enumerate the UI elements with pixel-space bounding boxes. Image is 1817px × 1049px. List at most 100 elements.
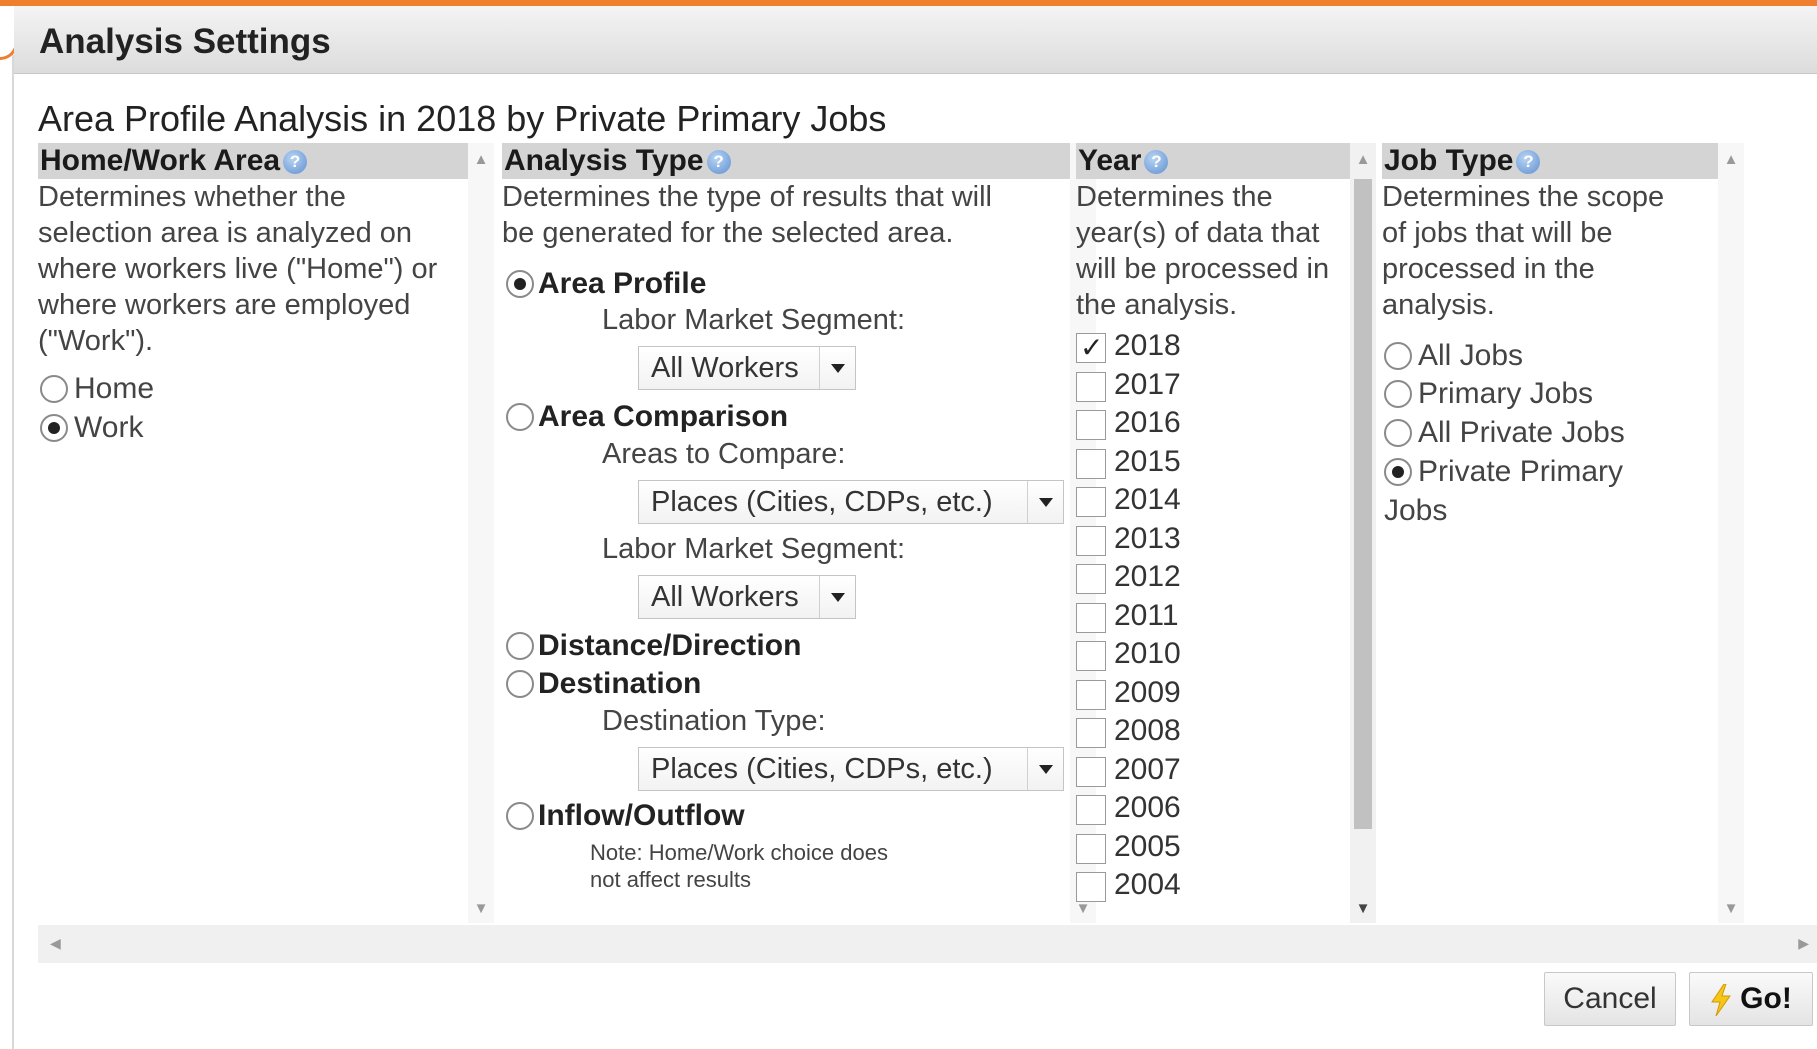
- year-checkbox-label[interactable]: 2013: [1114, 522, 1181, 556]
- area-comparison-radio[interactable]: [506, 403, 534, 431]
- distance-direction-radio[interactable]: [506, 632, 534, 660]
- year-checkbox[interactable]: [1076, 331, 1106, 364]
- year-checkbox-label[interactable]: 2006: [1114, 791, 1181, 825]
- year-checkbox[interactable]: [1076, 372, 1106, 402]
- analysis-type-header: Analysis Type?: [502, 143, 1070, 179]
- work-radio[interactable]: [40, 414, 68, 442]
- area-profile-radio[interactable]: [506, 270, 534, 298]
- select-value: Places (Cities, CDPs, etc.): [651, 486, 993, 518]
- primary-jobs-label[interactable]: Primary Jobs: [1418, 377, 1593, 411]
- chevron-down-icon[interactable]: [1027, 481, 1063, 523]
- cancel-button[interactable]: Cancel: [1544, 972, 1676, 1026]
- all-jobs-radio[interactable]: [1384, 342, 1412, 370]
- scroll-down-icon[interactable]: ▼: [1718, 900, 1744, 917]
- work-radio-label[interactable]: Work: [74, 411, 143, 445]
- destination-type-select[interactable]: Places (Cities, CDPs, etc.): [638, 747, 1064, 791]
- chevron-down-icon[interactable]: [1027, 748, 1063, 790]
- job-type-header-label: Job Type: [1384, 144, 1514, 177]
- area-comparison-label[interactable]: Area Comparison: [538, 400, 788, 434]
- chevron-down-icon[interactable]: [819, 347, 855, 389]
- year-checkbox[interactable]: [1076, 410, 1106, 440]
- year-checkbox-label[interactable]: 2012: [1114, 560, 1181, 594]
- year-checkbox[interactable]: [1076, 449, 1106, 479]
- year-checkbox-label[interactable]: 2016: [1114, 406, 1181, 440]
- year-checkbox[interactable]: [1076, 718, 1106, 748]
- private-primary-jobs-label-cont[interactable]: Jobs: [1384, 494, 1447, 528]
- dialog-title: Analysis Settings: [39, 22, 331, 61]
- distance-direction-label[interactable]: Distance/Direction: [538, 629, 801, 663]
- year-checkbox[interactable]: [1076, 757, 1106, 787]
- year-checkbox-label[interactable]: 2008: [1114, 714, 1181, 748]
- year-checkbox-label[interactable]: 2009: [1114, 676, 1181, 710]
- area-profile-segment-select[interactable]: All Workers: [638, 346, 856, 390]
- labor-market-segment-label: Labor Market Segment:: [602, 304, 906, 336]
- year-header-label: Year: [1078, 144, 1142, 177]
- home-work-header: Home/Work Area?: [38, 143, 468, 179]
- year-checkbox[interactable]: [1076, 872, 1106, 902]
- scroll-left-icon[interactable]: ◀: [50, 935, 61, 952]
- home-work-description-line: Determines whether the: [38, 181, 346, 213]
- scroll-down-icon[interactable]: ▼: [468, 900, 494, 917]
- scroll-right-icon[interactable]: ▶: [1798, 935, 1809, 952]
- go-button[interactable]: Go!: [1689, 972, 1813, 1026]
- primary-jobs-radio[interactable]: [1384, 380, 1412, 408]
- go-button-label: Go!: [1740, 982, 1792, 1015]
- area-profile-label[interactable]: Area Profile: [538, 267, 706, 301]
- year-checkbox-label[interactable]: 2011: [1114, 599, 1179, 633]
- year-checkbox[interactable]: [1076, 795, 1106, 825]
- year-checkbox[interactable]: [1076, 526, 1106, 556]
- job-type-header: Job Type?: [1382, 143, 1718, 179]
- year-description: Determines the year(s) of data that will…: [1076, 179, 1350, 323]
- help-icon[interactable]: ?: [706, 150, 731, 175]
- year-checkbox-label[interactable]: 2010: [1114, 637, 1181, 671]
- private-primary-jobs-radio[interactable]: [1384, 458, 1412, 486]
- help-icon[interactable]: ?: [283, 150, 308, 175]
- job-type-description-line: Determines the scope: [1382, 181, 1665, 213]
- home-work-description-line: selection area is analyzed on: [38, 217, 413, 249]
- destination-radio[interactable]: [506, 670, 534, 698]
- all-private-jobs-label[interactable]: All Private Jobs: [1418, 416, 1625, 450]
- select-value: All Workers: [651, 581, 799, 613]
- year-checkbox-label[interactable]: 2004: [1114, 868, 1181, 902]
- year-checkbox[interactable]: [1076, 487, 1106, 517]
- year-checkbox-label[interactable]: 2018: [1114, 329, 1181, 363]
- year-description-line: year(s) of data that: [1076, 217, 1320, 249]
- private-primary-jobs-label[interactable]: Private Primary: [1418, 455, 1623, 489]
- year-checkbox[interactable]: [1076, 641, 1106, 671]
- home-radio-label[interactable]: Home: [74, 372, 154, 406]
- year-checkbox-label[interactable]: 2005: [1114, 830, 1181, 864]
- home-radio[interactable]: [40, 375, 68, 403]
- all-jobs-label[interactable]: All Jobs: [1418, 339, 1523, 373]
- year-scrollbar[interactable]: ▲ ▼: [1350, 143, 1376, 923]
- job-type-scrollbar[interactable]: ▲ ▼: [1718, 143, 1744, 923]
- year-checkbox-label[interactable]: 2015: [1114, 445, 1181, 479]
- dialog-header: Analysis Settings: [14, 6, 1817, 74]
- inflow-outflow-label[interactable]: Inflow/Outflow: [538, 799, 745, 833]
- destination-label[interactable]: Destination: [538, 667, 701, 701]
- home-work-description: Determines whether the selection area is…: [38, 179, 468, 359]
- job-type-column: Job Type? Determines the scope of jobs t…: [1382, 143, 1718, 923]
- year-checkbox[interactable]: [1076, 680, 1106, 710]
- year-checkbox-label[interactable]: 2007: [1114, 753, 1181, 787]
- scroll-down-icon[interactable]: ▼: [1350, 900, 1376, 917]
- scroll-up-icon[interactable]: ▲: [468, 151, 494, 168]
- year-checkbox[interactable]: [1076, 834, 1106, 864]
- home-work-scrollbar[interactable]: ▲ ▼: [468, 143, 494, 923]
- scroll-up-icon[interactable]: ▲: [1718, 151, 1744, 168]
- chevron-down-icon[interactable]: [819, 576, 855, 618]
- year-checkbox-label[interactable]: 2014: [1114, 483, 1181, 517]
- all-private-jobs-radio[interactable]: [1384, 419, 1412, 447]
- note-line: Note: Home/Work choice does: [590, 840, 888, 865]
- inflow-outflow-radio[interactable]: [506, 802, 534, 830]
- horizontal-scrollbar[interactable]: ◀ ▶: [38, 925, 1817, 963]
- year-checkbox[interactable]: [1076, 564, 1106, 594]
- year-checkbox-label[interactable]: 2017: [1114, 368, 1181, 402]
- areas-to-compare-select[interactable]: Places (Cities, CDPs, etc.): [638, 480, 1064, 524]
- year-checkbox[interactable]: [1076, 603, 1106, 633]
- area-comparison-segment-select[interactable]: All Workers: [638, 575, 856, 619]
- scroll-up-icon[interactable]: ▲: [1350, 151, 1376, 168]
- help-icon[interactable]: ?: [1516, 150, 1541, 175]
- scrollbar-thumb[interactable]: [1354, 179, 1372, 829]
- help-icon[interactable]: ?: [1144, 150, 1169, 175]
- home-work-description-line: where workers are employed: [38, 289, 411, 321]
